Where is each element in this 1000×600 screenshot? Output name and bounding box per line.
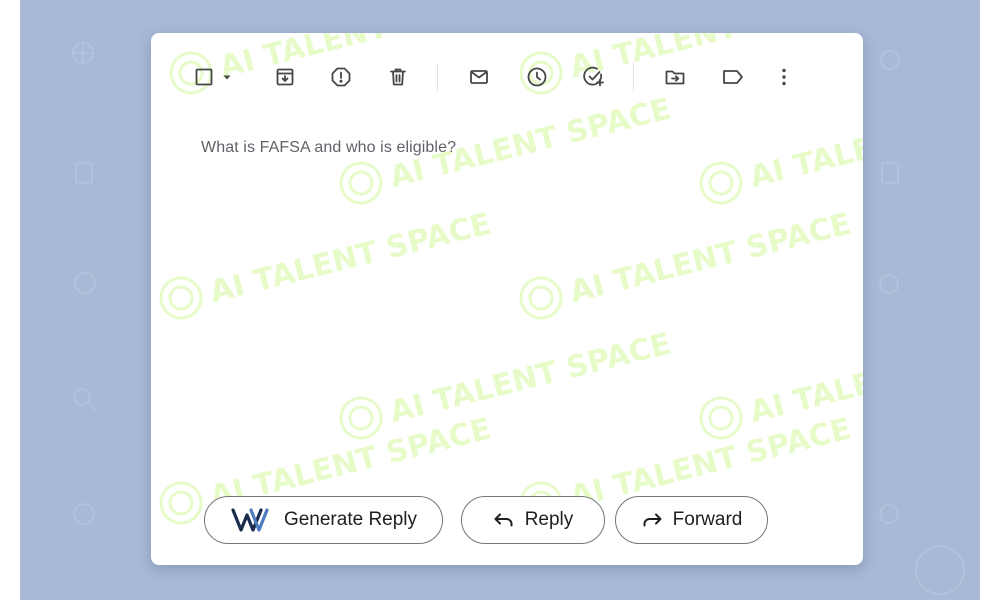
more-options-button[interactable] [768, 61, 800, 93]
label-icon [723, 70, 743, 84]
delete-icon [390, 68, 406, 86]
reply-label: Reply [524, 509, 574, 530]
chevron-down-icon [223, 75, 231, 80]
snooze-button[interactable] [521, 61, 553, 93]
add-task-icon [583, 66, 604, 87]
watermark-text: AI TALENT SPACE [746, 326, 863, 430]
ghost-icon [74, 272, 96, 294]
reply-button[interactable]: Reply [461, 496, 605, 544]
checkbox-icon [195, 68, 213, 86]
ghost-icon [75, 162, 93, 184]
more-options-icon [782, 68, 786, 86]
ghost-icon [881, 162, 899, 184]
watermark-brain-icon [339, 161, 383, 205]
move-to-button[interactable] [659, 61, 691, 93]
ghost-icon [879, 274, 899, 294]
email-card: AI TALENT SPACE AI TALENT SPACE AI TALENT … [151, 33, 863, 565]
toolbar-separator [437, 63, 438, 91]
ghost-icon [880, 50, 900, 70]
ai-writer-logo-icon [231, 508, 269, 532]
generate-reply-label: Generate Reply [283, 509, 418, 530]
watermark-brain-icon [159, 481, 203, 525]
ghost-icon [915, 545, 965, 595]
archive-button[interactable] [269, 61, 301, 93]
reply-icon [494, 513, 513, 527]
toolbar-separator [633, 63, 634, 91]
report-spam-icon [331, 67, 351, 87]
ghost-icon [73, 503, 95, 525]
mark-unread-button[interactable] [463, 61, 495, 93]
ghost-icon [72, 42, 94, 64]
select-dropdown[interactable] [216, 61, 238, 93]
delete-button[interactable] [382, 61, 414, 93]
watermark: AI TALENT SPACE [159, 206, 495, 320]
watermark-brain-icon [339, 396, 383, 440]
snooze-icon [527, 67, 547, 87]
forward-button[interactable]: Forward [615, 496, 768, 544]
ghost-icon [879, 504, 899, 524]
watermark-text: AI TALENT SPACE [206, 206, 494, 310]
report-spam-button[interactable] [325, 61, 357, 93]
watermark: AI TALENT SPACE [699, 326, 863, 440]
label-button[interactable] [717, 61, 749, 93]
forward-icon [643, 513, 662, 527]
watermark-brain-icon [699, 396, 743, 440]
watermark-brain-icon [159, 276, 203, 320]
watermark-brain-icon [699, 161, 743, 205]
watermark: AI TALENT SPACE [339, 326, 675, 440]
generate-reply-button[interactable]: Generate Reply [204, 496, 443, 544]
watermark-text: AI TALENT SPACE [386, 326, 674, 430]
watermark: AI TALENT SPACE [519, 206, 855, 320]
watermark-brain-icon [519, 276, 563, 320]
ghost-icon [73, 388, 96, 411]
watermark-text: AI TALENT SPACE [566, 206, 854, 310]
archive-icon [276, 68, 294, 86]
add-task-button[interactable] [578, 61, 610, 93]
move-to-icon [665, 70, 685, 85]
forward-label: Forward [672, 509, 743, 530]
mark-unread-icon [470, 70, 488, 84]
email-subject: What is FAFSA and who is eligible? [201, 139, 457, 156]
email-toolbar [151, 33, 863, 123]
